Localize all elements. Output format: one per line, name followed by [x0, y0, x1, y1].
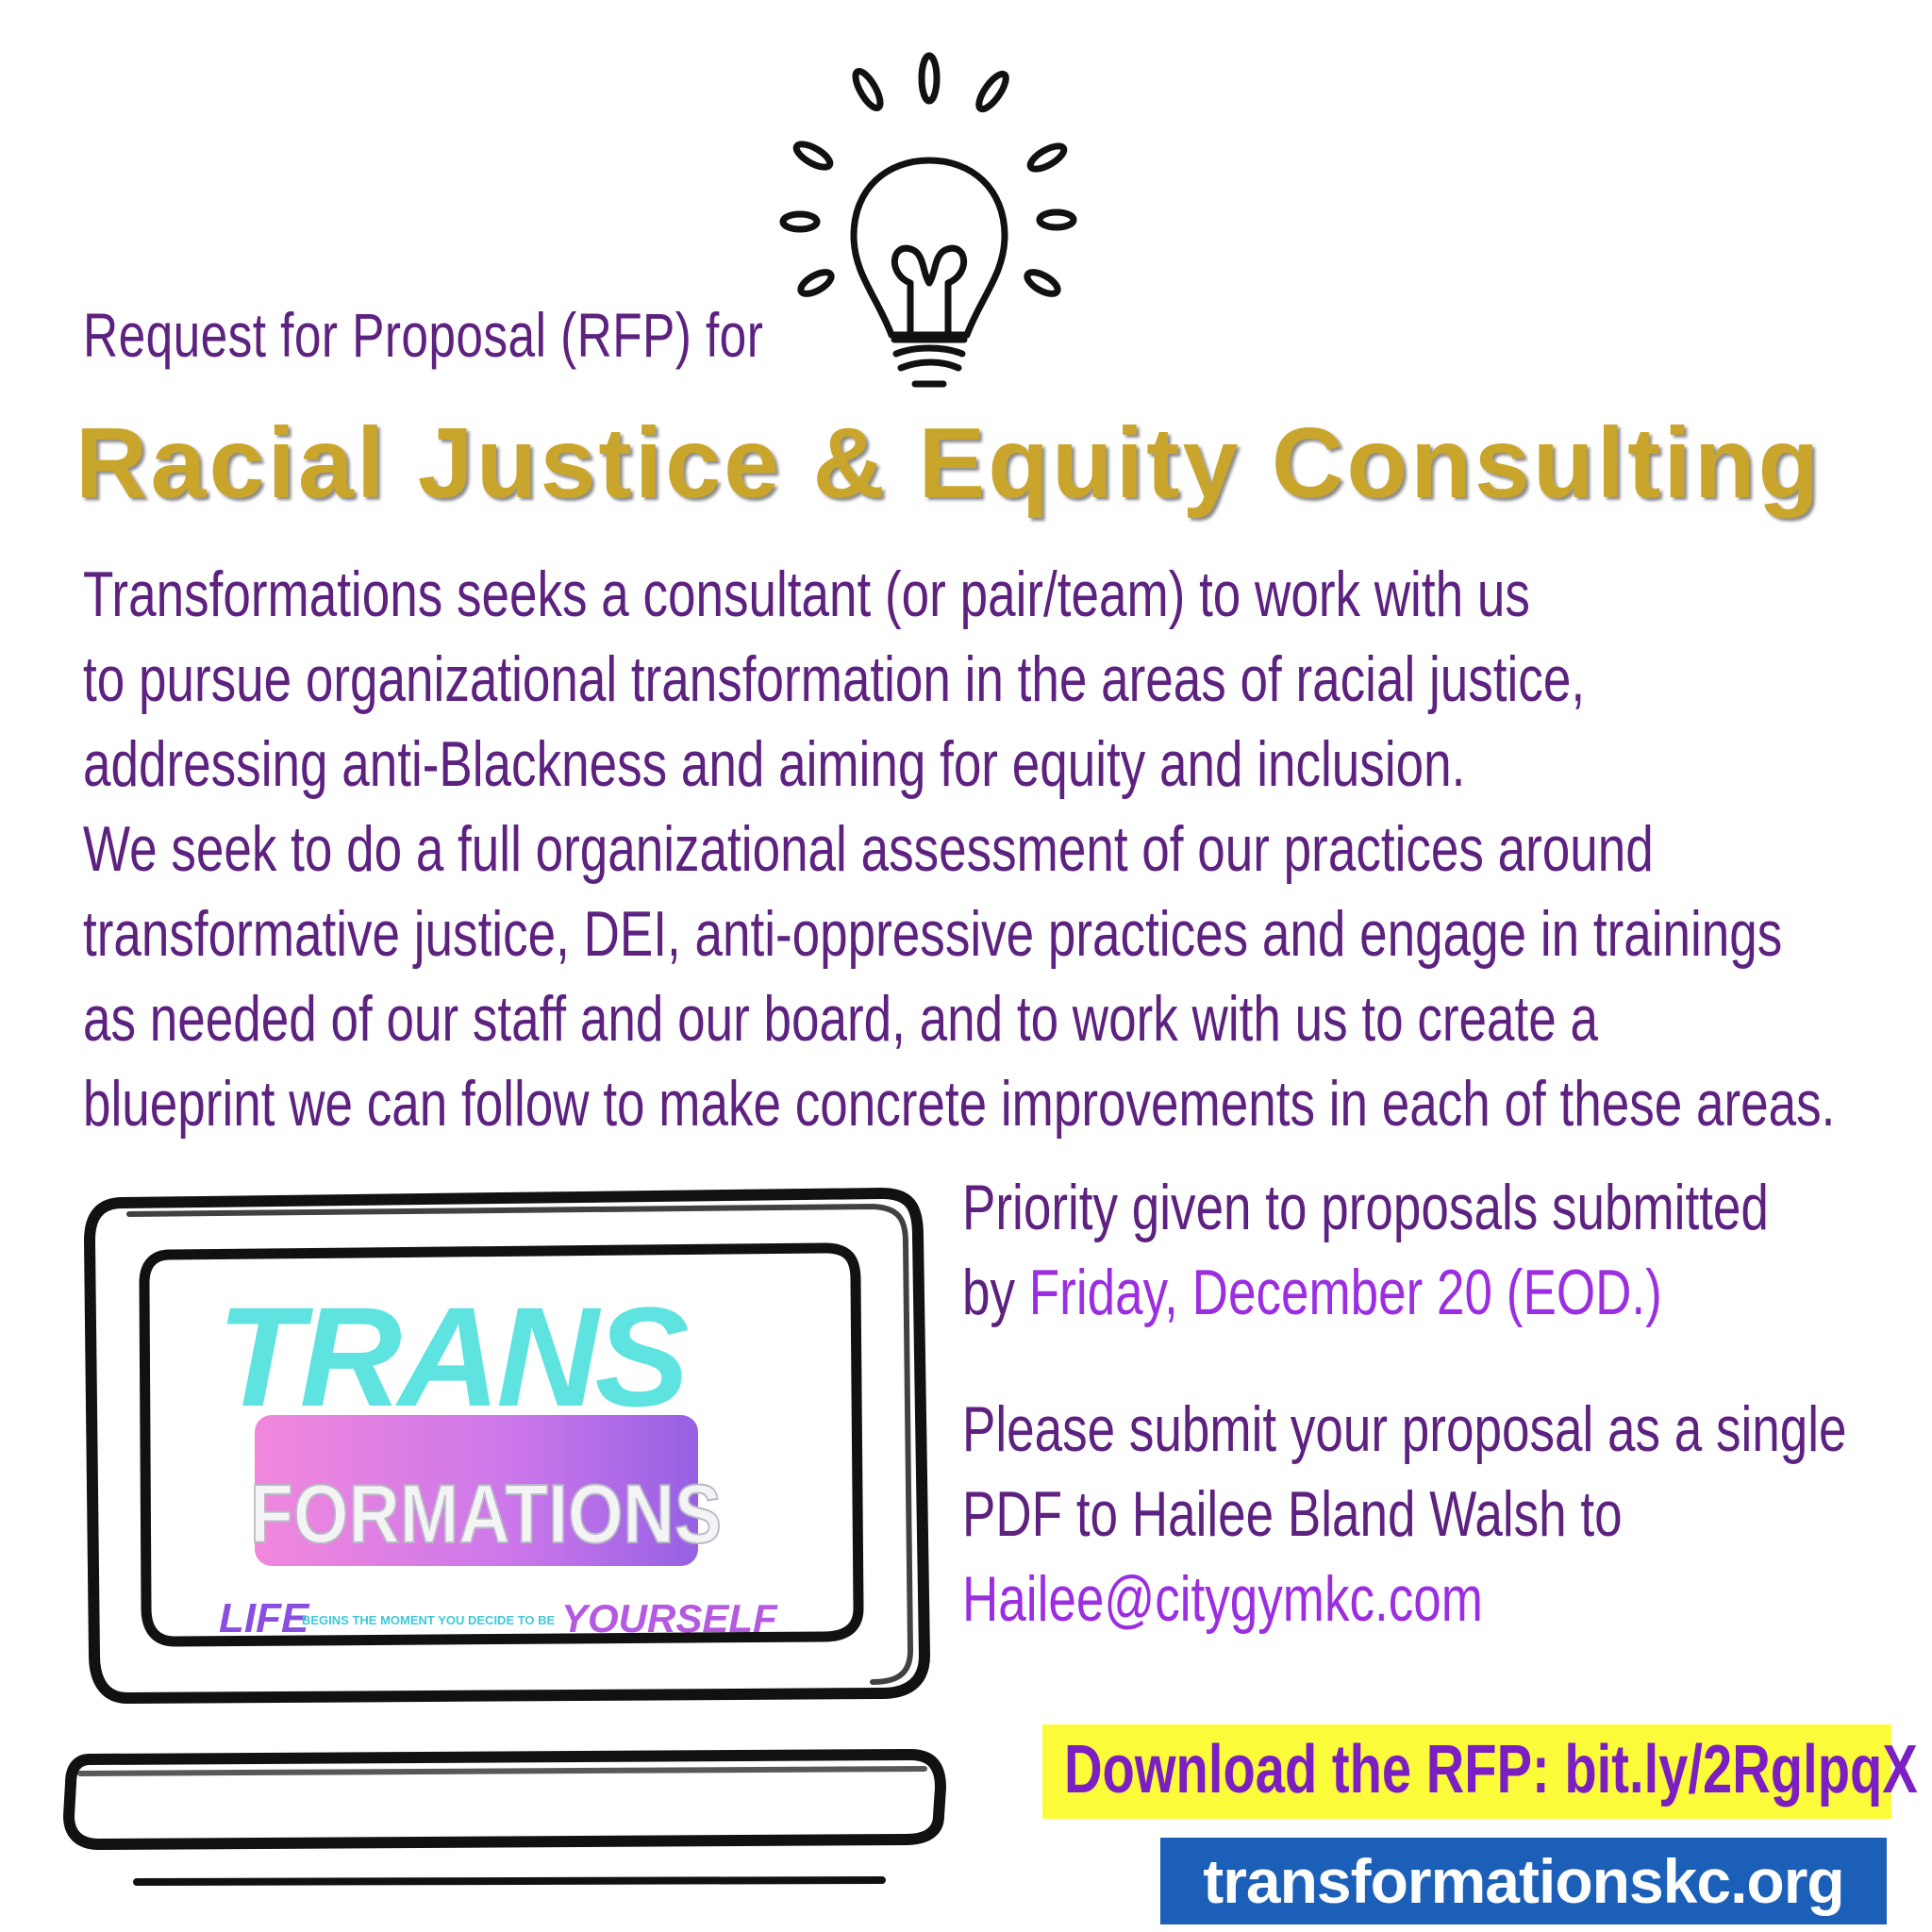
submission-instructions: Please submit your proposal as a single …	[962, 1387, 1847, 1641]
logo-tagline-mid: BEGINS THE MOMENT YOU DECIDE TO BE	[302, 1613, 556, 1627]
logo-formations: FORMATIONS	[250, 1467, 722, 1560]
transformations-logo: TRANS FORMATIONS LIFE BEGINS THE MOMENT …	[217, 1277, 778, 1641]
logo-tagline-end: YOURSELF	[561, 1596, 778, 1641]
description-line: addressing anti-Blackness and aiming for…	[83, 728, 1466, 800]
logo-tagline-life: LIFE	[219, 1595, 310, 1641]
contact-email[interactable]: Hailee@citygymkc.com	[962, 1557, 1847, 1641]
description-line: as needed of our staff and our board, an…	[83, 983, 1598, 1055]
description-line: blueprint we can follow to make concrete…	[83, 1068, 1836, 1140]
description-line: Transformations seeks a consultant (or p…	[83, 558, 1530, 630]
description-line: to pursue organizational transformation …	[83, 643, 1586, 715]
website-link[interactable]: transformationskc.org	[1160, 1847, 1887, 1915]
description-line: transformative justice, DEI, anti-oppres…	[83, 898, 1783, 970]
priority-by: by	[962, 1257, 1029, 1328]
priority-deadline-line: by Friday, December 20 (EOD.)	[962, 1250, 1769, 1335]
submit-line: Please submit your proposal as a single	[962, 1393, 1847, 1465]
rfp-kicker: Request for Proposal (RFP) for	[83, 300, 764, 370]
deadline-date: Friday, December 20 (EOD.)	[1028, 1257, 1662, 1328]
lightbulb-icon	[779, 52, 1077, 388]
submit-line: PDF to Hailee Bland Walsh to	[962, 1478, 1623, 1550]
download-link[interactable]: Download the RFP: bit.ly/2RglpqX	[1064, 1736, 1918, 1804]
priority-notice: Priority given to proposals submitted by…	[962, 1165, 1769, 1335]
priority-line: Priority given to proposals submitted	[962, 1172, 1769, 1243]
headline: Racial Justice & Equity Consulting	[75, 408, 1823, 519]
description-line: We seek to do a full organizational asse…	[83, 813, 1654, 885]
logo-trans: TRANS	[217, 1277, 689, 1436]
description: Transformations seeks a consultant (or p…	[83, 552, 1835, 1146]
